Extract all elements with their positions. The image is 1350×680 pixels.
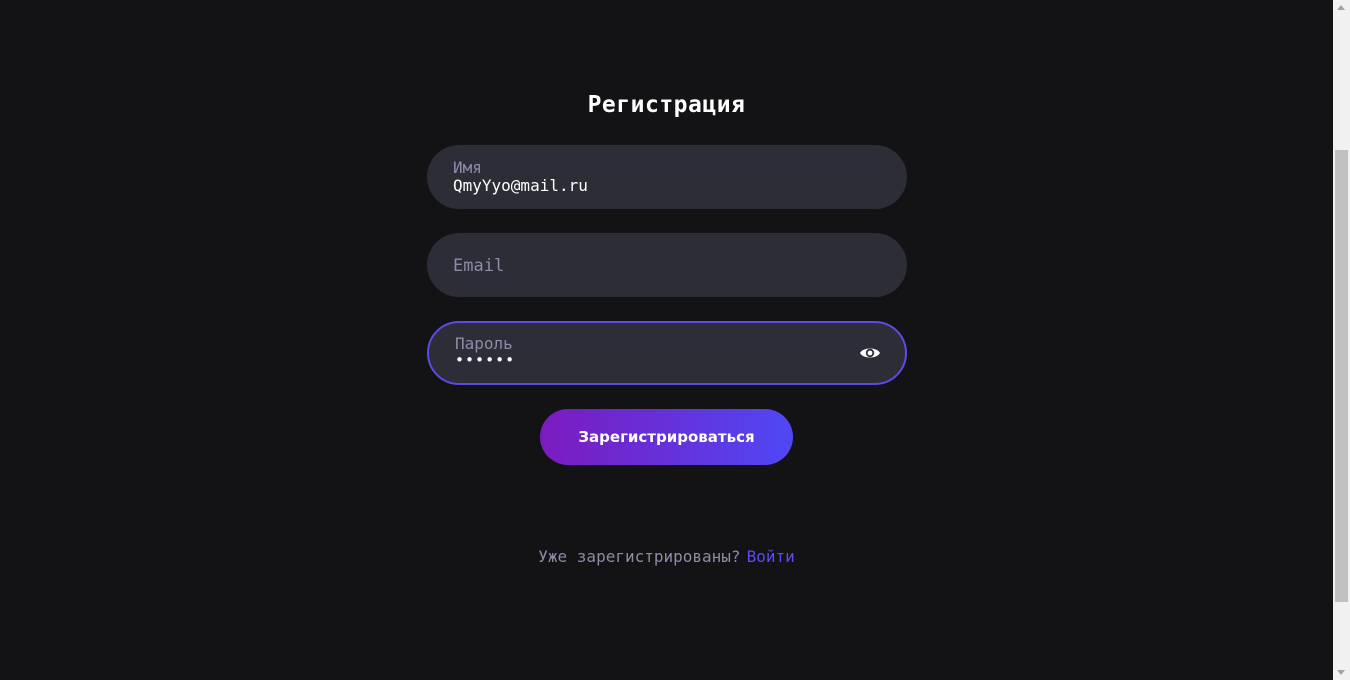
scroll-down-arrow-icon[interactable] [1337, 670, 1345, 675]
eye-icon[interactable] [859, 344, 881, 362]
name-field-label: Имя [453, 158, 482, 177]
email-field[interactable]: Email [427, 233, 907, 297]
login-link[interactable]: Войти [747, 547, 795, 566]
login-prompt-text: Уже зарегистрированы? [538, 547, 741, 566]
scroll-up-arrow-icon[interactable] [1337, 5, 1345, 10]
scrollbar-thumb[interactable] [1335, 150, 1348, 602]
name-field[interactable]: Имя QmyYyo@mail.ru [427, 145, 907, 209]
register-button[interactable]: Зарегистрироваться [540, 409, 793, 465]
login-prompt: Уже зарегистрированы? Войти [0, 547, 1333, 566]
password-field[interactable]: Пароль •••••• [427, 321, 907, 385]
email-field-label: Email [453, 256, 505, 276]
name-field-value[interactable]: QmyYyo@mail.ru [453, 176, 588, 195]
password-field-value[interactable]: •••••• [455, 351, 515, 369]
page-title: Регистрация [587, 92, 746, 118]
registration-page: Регистрация Имя QmyYyo@mail.ru Email Пар… [0, 0, 1333, 680]
vertical-scrollbar[interactable] [1333, 0, 1350, 680]
